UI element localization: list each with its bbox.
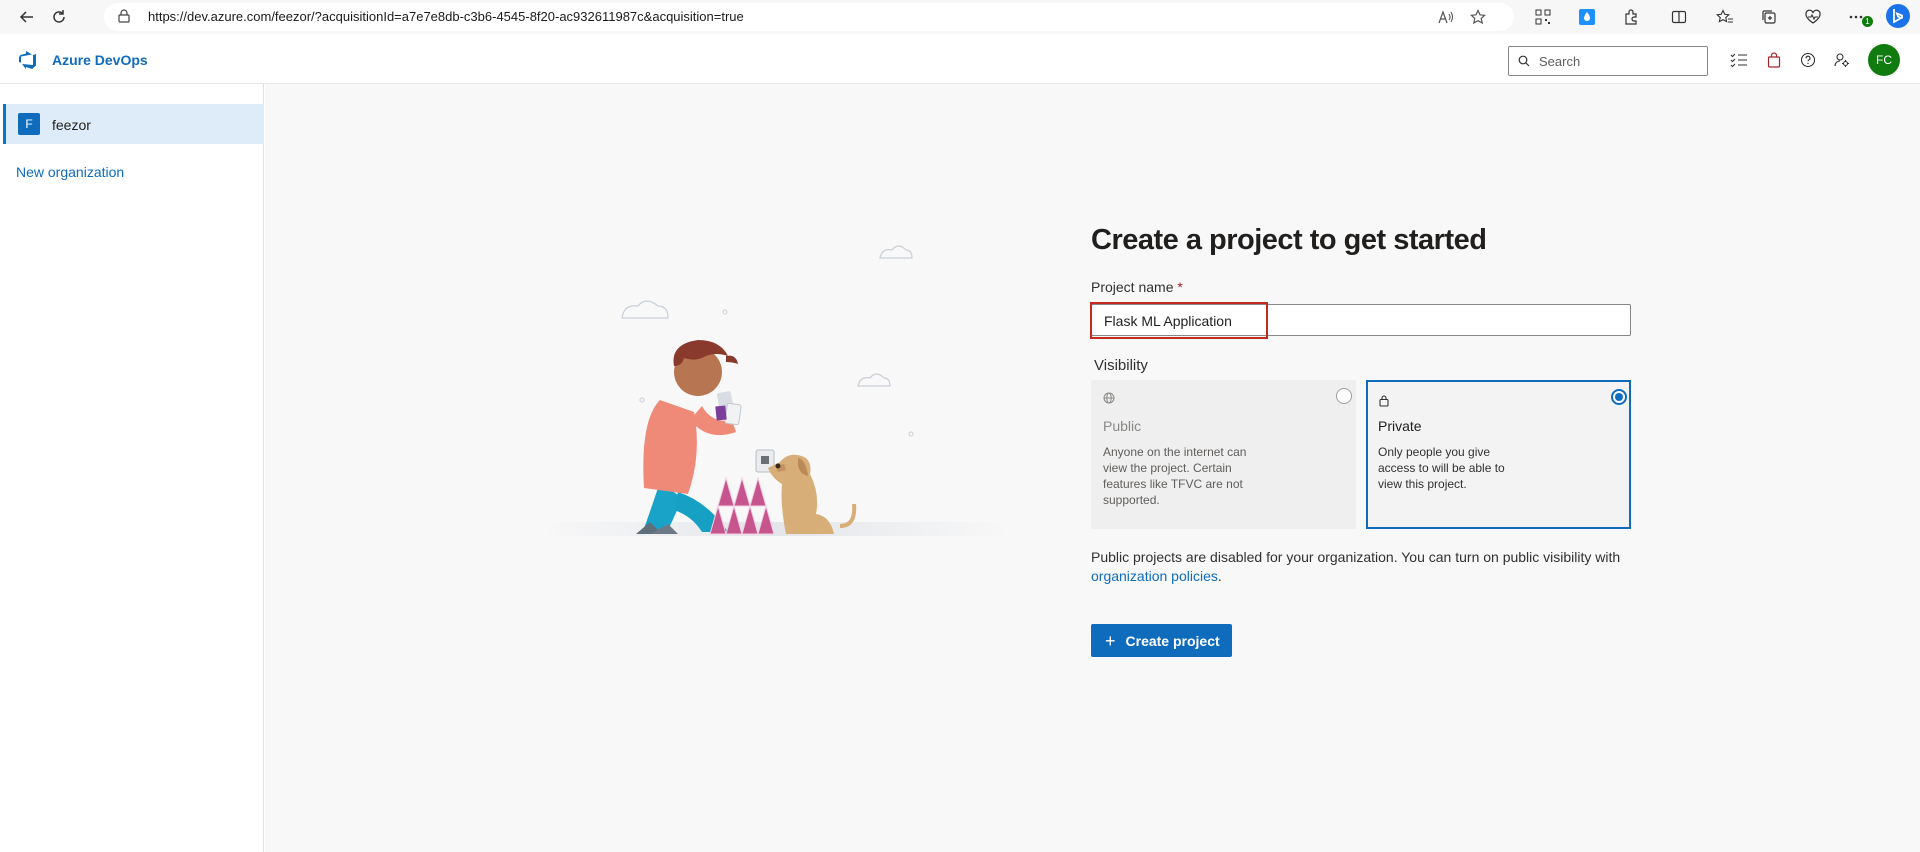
azure-devops-logo-icon[interactable] bbox=[18, 50, 38, 70]
app-header: Azure DevOps FC bbox=[0, 34, 1920, 84]
back-arrow-icon[interactable] bbox=[16, 6, 38, 28]
user-settings-icon[interactable] bbox=[1833, 51, 1851, 69]
org-label: feezor bbox=[52, 117, 91, 133]
public-disabled-notice: Public projects are disabled for your or… bbox=[1091, 548, 1651, 586]
search-box[interactable] bbox=[1508, 46, 1708, 76]
browser-toolbar: https://dev.azure.com/feezor/?acquisitio… bbox=[0, 0, 1920, 34]
shopping-bag-icon[interactable] bbox=[1765, 51, 1783, 69]
extension-drop-icon[interactable] bbox=[1576, 6, 1598, 28]
visibility-label: Visibility bbox=[1094, 357, 1148, 374]
private-radio[interactable] bbox=[1611, 389, 1627, 405]
browser-essentials-icon[interactable] bbox=[1802, 6, 1824, 28]
search-input[interactable] bbox=[1537, 52, 1697, 70]
collections-icon[interactable] bbox=[1758, 6, 1780, 28]
public-radio[interactable] bbox=[1336, 388, 1352, 404]
read-aloud-icon[interactable] bbox=[1436, 7, 1456, 27]
required-marker: * bbox=[1177, 279, 1183, 295]
more-options-icon[interactable]: 1 bbox=[1846, 6, 1873, 28]
create-project-label: Create project bbox=[1125, 632, 1220, 649]
split-screen-icon[interactable] bbox=[1668, 6, 1690, 28]
help-icon[interactable] bbox=[1799, 51, 1817, 69]
url-text: https://dev.azure.com/feezor/?acquisitio… bbox=[148, 9, 744, 24]
public-description: Anyone on the internet can view the proj… bbox=[1103, 445, 1247, 507]
private-description: Only people you give access to will be a… bbox=[1378, 445, 1505, 491]
bing-copilot-icon[interactable] bbox=[1885, 3, 1911, 29]
app-brand-title[interactable]: Azure DevOps bbox=[52, 52, 148, 68]
search-icon bbox=[1518, 55, 1530, 67]
visibility-option-public[interactable]: Public Anyone on the internet can view t… bbox=[1091, 380, 1356, 529]
favorites-icon[interactable] bbox=[1714, 6, 1736, 28]
project-name-input[interactable] bbox=[1102, 311, 1602, 331]
favorite-star-icon[interactable] bbox=[1468, 7, 1488, 27]
lock-icon bbox=[118, 9, 130, 23]
work-items-list-icon[interactable] bbox=[1730, 51, 1748, 69]
sidebar-item-feezor[interactable]: F feezor bbox=[3, 104, 264, 144]
lock-icon bbox=[1378, 394, 1390, 407]
refresh-icon[interactable] bbox=[48, 6, 70, 28]
notice-text: Public projects are disabled for your or… bbox=[1091, 549, 1621, 565]
private-title: Private bbox=[1378, 418, 1422, 434]
visibility-option-private[interactable]: Private Only people you give access to w… bbox=[1366, 380, 1631, 529]
person-dog-house-of-cards-illustration bbox=[540, 245, 1010, 536]
org-badge: F bbox=[18, 113, 40, 135]
sidebar: F feezor New organization bbox=[3, 84, 264, 852]
notice-end: . bbox=[1217, 568, 1222, 584]
organization-policies-link[interactable]: organization policies bbox=[1091, 568, 1218, 584]
extensions-puzzle-icon[interactable] bbox=[1620, 6, 1642, 28]
avatar[interactable]: FC bbox=[1868, 44, 1900, 76]
qr-code-icon[interactable] bbox=[1532, 6, 1554, 28]
page-title: Create a project to get started bbox=[1091, 224, 1487, 256]
project-name-label: Project name * bbox=[1091, 279, 1183, 295]
public-title: Public bbox=[1103, 418, 1142, 434]
create-project-button[interactable]: + Create project bbox=[1091, 624, 1232, 657]
new-organization-link[interactable]: New organization bbox=[16, 164, 124, 180]
project-name-field[interactable] bbox=[1091, 304, 1631, 336]
notification-badge: 1 bbox=[1862, 16, 1873, 27]
plus-icon: + bbox=[1105, 630, 1116, 651]
globe-icon bbox=[1103, 392, 1115, 404]
address-bar[interactable]: https://dev.azure.com/feezor/?acquisitio… bbox=[104, 3, 1514, 31]
